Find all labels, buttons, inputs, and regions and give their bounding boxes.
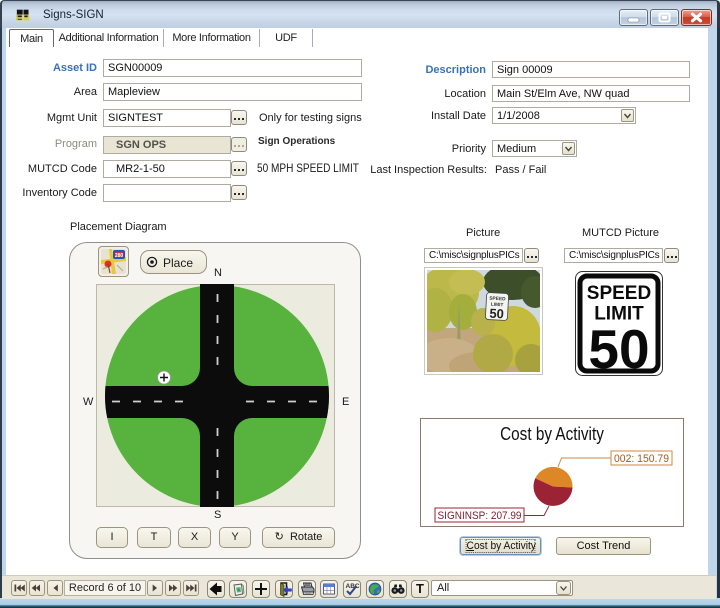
svg-text:ABC: ABC — [346, 583, 360, 590]
svg-text:50: 50 — [489, 306, 504, 322]
svg-text:280: 280 — [115, 253, 124, 259]
svg-text:50: 50 — [588, 318, 649, 376]
svg-text:SPEED: SPEED — [587, 283, 651, 304]
svg-text:002: 150.79: 002: 150.79 — [614, 453, 669, 465]
svg-text:SIGNINSP: 207.99: SIGNINSP: 207.99 — [438, 510, 522, 522]
svg-text:SPEED: SPEED — [489, 296, 506, 303]
